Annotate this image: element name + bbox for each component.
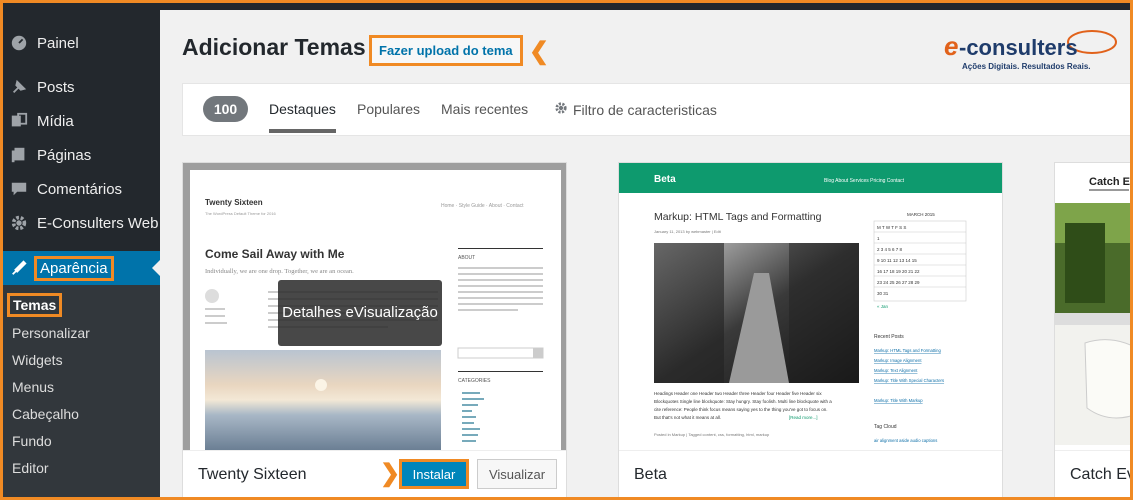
gear-icon [554,101,568,118]
svg-text:Blockquotes Single line blockq: Blockquotes Single line blockquote: Stay… [654,399,832,404]
svg-text:Markup: Image Alignment: Markup: Image Alignment [874,358,922,363]
sidebar-item-posts[interactable]: Posts [0,70,160,104]
svg-text:23 24 25 26 27 28: 23 24 25 26 27 28 29 [877,280,920,285]
feature-filter-label: Filtro de caracteristicas [573,101,717,118]
submenu-item-widgets[interactable]: Widgets [12,352,63,368]
sidebar-item-aparencia[interactable]: Aparência [0,251,160,285]
page-title: Adicionar Temas [182,34,366,60]
svg-text:9 10 11 12 13 14 1: 9 10 11 12 13 14 15 [877,258,917,263]
svg-text:Markup: Title With Markup: Markup: Title With Markup [874,398,923,403]
install-button[interactable]: Instalar [399,459,469,489]
preview-button[interactable]: Visualizar [477,459,557,489]
tab-populares[interactable]: Populares [357,101,420,117]
submenu-item-temas[interactable]: Temas [6,293,63,317]
shot-widget-categories: CATEGORIES [458,378,491,384]
submenu-item-fundo[interactable]: Fundo [12,433,52,449]
theme-count-badge: 100 [203,96,248,122]
shot-meta: January 11, 2013 by webmaster | Edit [654,229,722,234]
shot-nav: Blog About Services Pricing Contact [824,178,905,184]
logo-tagline: Ações Digitais. Resultados Reais. [962,62,1091,71]
svg-text:« Jan: « Jan [877,304,889,309]
theme-card-footer: Beta [619,450,1002,500]
svg-text:air alignment aside audio capt: air alignment aside audio captions [874,438,937,443]
shot-tagline: The WordPress Default Theme for 2016 [205,211,277,216]
svg-text:Markup: Text Alignment: Markup: Text Alignment [874,368,918,373]
theme-card-beta[interactable]: Beta Blog About Services Pricing Contact… [618,162,1003,500]
shot-headline: Come Sail Away with Me [205,247,345,261]
svg-text:30 31: 30 31 [877,291,889,296]
shot-recent-posts-title: Recent Posts [874,334,904,340]
shot-site-title: Twenty Sixteen [205,198,263,207]
svg-text:M T W T F S: M T W T F S S [877,225,906,230]
svg-text:Posted in Markup | Tagged cont: Posted in Markup | Tagged content, css, … [654,432,770,437]
theme-filter-bar: 100 Destaques Populares Mais recentes Fi… [182,83,1133,136]
theme-screenshot[interactable]: Beta Blog About Services Pricing Contact… [619,163,1002,450]
sidebar-item-label: Páginas [37,146,92,164]
sidebar-item-label: Painel [37,34,79,52]
dashboard-icon [9,33,29,53]
admin-bar [0,0,1133,10]
shot-tag-cloud-title: Tag Cloud [874,424,897,430]
svg-text:Markup: HTML Tags and Formatti: Markup: HTML Tags and Formatting [874,348,941,353]
theme-card-twenty-sixteen[interactable]: Twenty Sixteen The WordPress Default The… [182,162,567,500]
sidebar-item-label: Aparência [34,255,114,281]
submenu-item-menus[interactable]: Menus [12,379,54,395]
gear-icon [9,213,29,233]
theme-card-footer: Catch Ev [1055,450,1133,500]
sidebar-item-midia[interactable]: Mídia [0,104,160,138]
sidebar-item-label: Posts [37,78,75,96]
shot-widget-about: ABOUT [458,255,475,261]
submenu-item-cabecalho[interactable]: Cabeçalho [12,406,79,422]
appearance-submenu: Temas Personalizar Widgets Menus Cabeçal… [0,285,160,500]
upload-theme-button[interactable]: Fazer upload do tema [369,35,523,66]
logo-text: -consulters [959,35,1078,60]
shot-headline: Markup: HTML Tags and Formatting [654,211,822,223]
tab-destaques[interactable]: Destaques [269,101,336,133]
shot-site-title: Catch E [1089,176,1130,188]
theme-card-catch[interactable]: Catch E Catch Ev [1054,162,1133,500]
shot-read-more: [Read more...] [789,415,818,420]
sidebar-item-label: Comentários [37,180,123,198]
admin-sidebar: Painel Posts Mídia Páginas Comentários E… [0,0,160,500]
theme-card-footer: Twenty Sixteen ❯ Instalar Visualizar [183,450,566,500]
svg-text:16 17 18 19 20 21: 16 17 18 19 20 21 22 [877,269,920,274]
submenu-item-editor[interactable]: Editor [12,460,49,476]
pages-icon [9,145,29,165]
theme-screenshot[interactable]: Catch E [1055,163,1133,450]
shot-subhead: Individually, we are one drop. Together,… [205,268,354,275]
sidebar-item-comentarios[interactable]: Comentários [0,172,160,206]
arrow-left-icon: ❮ [529,38,550,65]
shot-calendar-title: MARCH 2015 [907,212,935,217]
sidebar-item-label: Mídia [37,112,74,130]
comment-icon [9,179,29,199]
paintbrush-icon [9,258,29,278]
shot-nav: Home · Style Guide · About · Contact [441,203,524,209]
svg-text:2 3 4 5 6 7: 2 3 4 5 6 7 8 [877,247,903,252]
theme-screenshot[interactable]: Twenty Sixteen The WordPress Default The… [183,163,566,450]
svg-text:Markup: Title With Special Cha: Markup: Title With Special Characters [874,378,944,383]
svg-text:But that's not what it means a: But that's not what it means at all. [654,415,721,420]
sidebar-item-paginas[interactable]: Páginas [0,138,160,172]
submenu-item-personalizar[interactable]: Personalizar [12,325,90,341]
theme-details-button[interactable]: Detalhes e Visualização [278,280,442,346]
sidebar-item-label: E-Consulters Web [37,214,159,232]
econsulters-logo: e -consulters Ações Digitais. Resultados… [942,25,1122,75]
svg-text:e: e [944,31,958,61]
pushpin-icon [9,77,29,97]
feature-filter-button[interactable]: Filtro de caracteristicas [554,101,717,118]
main-content: Adicionar Temas Fazer upload do tema ❮ e… [160,10,1133,500]
arrow-right-icon: ❯ [380,460,401,487]
shot-excerpt: Headings Header one Header two Header th… [654,391,822,396]
sidebar-item-econsulters[interactable]: E-Consulters Web [0,206,160,240]
media-icon [9,111,29,131]
shot-site-title: Beta [654,174,676,185]
sidebar-item-painel[interactable]: Painel [0,26,160,60]
theme-name: Catch Ev [1070,466,1133,483]
theme-name: Twenty Sixteen [198,466,307,483]
theme-name: Beta [634,466,667,483]
tab-mais-recentes[interactable]: Mais recentes [441,101,528,117]
svg-text:cite reference: People think f: cite reference: People think focus means… [654,407,827,412]
